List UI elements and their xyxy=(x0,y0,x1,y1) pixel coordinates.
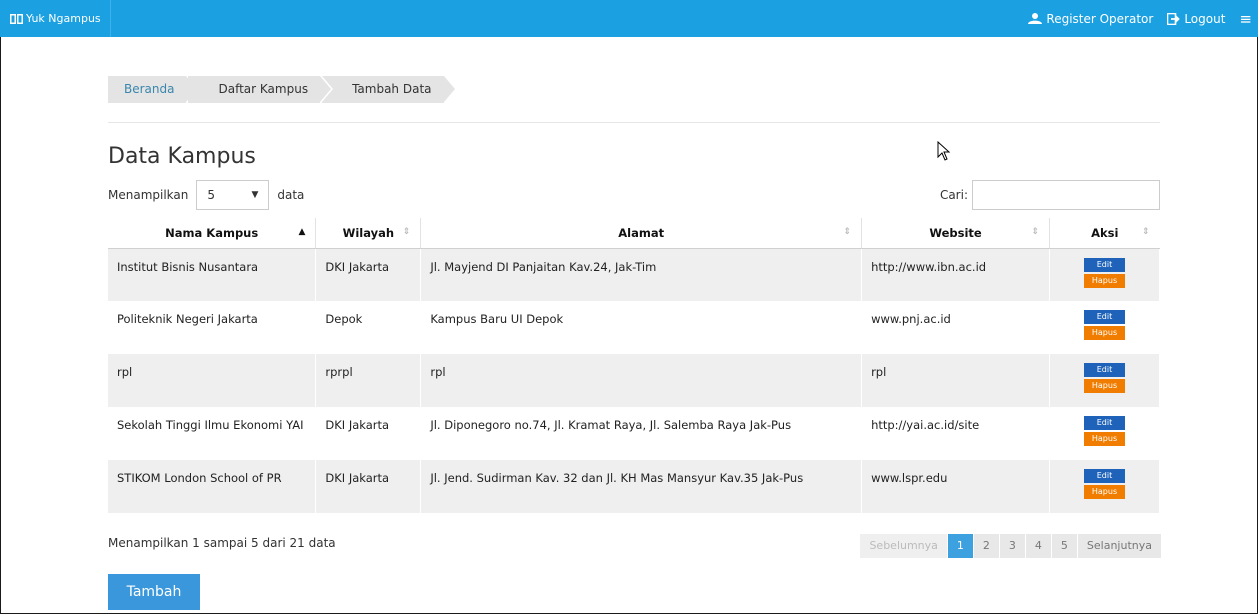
register-operator-link[interactable]: Register Operator xyxy=(1028,12,1153,26)
cell-alamat: Kampus Baru UI Depok xyxy=(420,301,863,354)
column-label: Aksi xyxy=(1091,225,1119,240)
breadcrumb: Beranda Daftar Kampus Tambah Data xyxy=(108,76,458,103)
delete-button[interactable]: Hapus xyxy=(1084,379,1125,393)
pagination-page-5[interactable]: 5 xyxy=(1051,534,1077,558)
length-prefix-label: Menampilkan xyxy=(108,188,189,202)
search-input[interactable] xyxy=(972,180,1160,210)
register-operator-label: Register Operator xyxy=(1046,11,1154,26)
breadcrumb-daftar-kampus[interactable]: Daftar Kampus xyxy=(188,76,333,103)
cell-wilayah: DKI Jakarta xyxy=(315,248,422,301)
edit-button[interactable]: Edit xyxy=(1084,310,1125,324)
column-header-wilayah[interactable]: Wilayah ⇕ xyxy=(315,218,422,249)
navbar-right: Register Operator Logout ≡ xyxy=(1014,0,1252,37)
delete-button[interactable]: Hapus xyxy=(1084,432,1125,446)
column-label: Nama Kampus xyxy=(165,225,259,240)
top-navbar: Yuk Ngampus Register Operator Logout ≡ xyxy=(0,0,1258,37)
edit-button[interactable]: Edit xyxy=(1084,416,1125,430)
column-header-aksi[interactable]: Aksi ⇕ xyxy=(1049,218,1160,249)
cell-nama-kampus: Sekolah Tinggi Ilmu Ekonomi YAI xyxy=(108,407,317,460)
table-info: Menampilkan 1 sampai 5 dari 21 data xyxy=(108,536,336,550)
cell-nama-kampus: Institut Bisnis Nusantara xyxy=(108,248,317,301)
cell-website: www.pnj.ac.id xyxy=(861,301,1051,354)
column-label: Alamat xyxy=(618,225,665,240)
cell-wilayah: DKI Jakarta xyxy=(315,460,422,513)
kampus-table: Nama Kampus ▲ Wilayah ⇕ Alamat ⇕ Website ⇕ A… xyxy=(108,218,1160,513)
table-row: STIKOM London School of PR DKI Jakarta J… xyxy=(108,460,1160,513)
edit-button[interactable]: Edit xyxy=(1084,257,1125,272)
cell-alamat: Jl. Diponegoro no.74, Jl. Kramat Raya, J… xyxy=(420,407,863,460)
logout-link[interactable]: Logout xyxy=(1167,12,1225,26)
pagination-page-2[interactable]: 2 xyxy=(973,534,999,558)
column-label: Wilayah xyxy=(342,225,395,240)
sort-ascending-icon: ▲ xyxy=(298,227,306,237)
cell-alamat: Jl. Jend. Sudirman Kav. 32 dan Jl. KH Ma… xyxy=(420,460,863,513)
cell-wilayah: Depok xyxy=(315,301,422,354)
breadcrumb-tambah-data[interactable]: Tambah Data xyxy=(322,76,458,103)
table-header-row: Nama Kampus ▲ Wilayah ⇕ Alamat ⇕ Website ⇕ A… xyxy=(108,218,1160,249)
pagination-next[interactable]: Selanjutnya xyxy=(1077,534,1161,558)
cell-aksi: Edit Hapus xyxy=(1049,354,1160,407)
pagination: Sebelumnya 1 2 3 4 5 Selanjutnya xyxy=(859,534,1161,558)
sort-icon: ⇕ xyxy=(1141,227,1150,237)
column-header-alamat[interactable]: Alamat ⇕ xyxy=(420,218,863,249)
cell-aksi: Edit Hapus xyxy=(1049,407,1160,460)
table-row: Politeknik Negeri Jakarta Depok Kampus B… xyxy=(108,301,1160,354)
brand-label: Yuk Ngampus xyxy=(26,12,101,25)
book-icon xyxy=(10,13,23,24)
cell-aksi: Edit Hapus xyxy=(1049,301,1160,354)
length-suffix-label: data xyxy=(277,188,305,202)
column-header-nama-kampus[interactable]: Nama Kampus ▲ xyxy=(108,218,317,249)
sort-icon: ⇕ xyxy=(402,227,411,237)
search-label: Cari: xyxy=(939,188,968,202)
cell-nama-kampus: rpl xyxy=(108,354,317,407)
table-row: rpl rprpl rpl rpl Edit Hapus xyxy=(108,354,1160,407)
edit-button[interactable]: Edit xyxy=(1084,363,1125,377)
column-label: Website xyxy=(929,225,982,240)
delete-button[interactable]: Hapus xyxy=(1084,485,1125,499)
cell-wilayah: DKI Jakarta xyxy=(315,407,422,460)
cell-alamat: rpl xyxy=(420,354,863,407)
table-row: Institut Bisnis Nusantara DKI Jakarta Jl… xyxy=(108,248,1160,301)
table-row: Sekolah Tinggi Ilmu Ekonomi YAI DKI Jaka… xyxy=(108,407,1160,460)
pagination-page-4[interactable]: 4 xyxy=(1025,534,1051,558)
page-length-select[interactable]: 5 ▼ xyxy=(196,180,270,210)
edit-button[interactable]: Edit xyxy=(1084,469,1125,483)
cell-website: www.lspr.edu xyxy=(861,460,1051,513)
brand-link[interactable]: Yuk Ngampus xyxy=(10,0,111,37)
column-header-website[interactable]: Website ⇕ xyxy=(861,218,1051,249)
cell-aksi: Edit Hapus xyxy=(1049,248,1160,301)
cell-website: http://www.ibn.ac.id xyxy=(861,248,1051,301)
breadcrumb-beranda[interactable]: Beranda xyxy=(108,76,199,103)
page-length-value: 5 xyxy=(207,188,216,202)
pagination-page-1[interactable]: 1 xyxy=(947,534,973,558)
cell-alamat: Jl. Mayjend DI Panjaitan Kav.24, Jak-Tim xyxy=(420,248,863,301)
cell-wilayah: rprpl xyxy=(315,354,422,407)
hamburger-menu-icon[interactable]: ≡ xyxy=(1239,10,1252,28)
page-length-control: Menampilkan 5 ▼ data xyxy=(108,180,304,210)
logout-label: Logout xyxy=(1184,11,1226,26)
divider xyxy=(108,122,1160,123)
page-title: Data Kampus xyxy=(108,144,256,169)
search-control: Cari: xyxy=(940,180,1160,210)
add-button[interactable]: Tambah xyxy=(108,574,200,610)
cell-aksi: Edit Hapus xyxy=(1049,460,1160,513)
sort-icon: ⇕ xyxy=(843,227,852,237)
mouse-cursor-icon xyxy=(937,141,951,161)
pagination-previous[interactable]: Sebelumnya xyxy=(860,534,947,558)
dropdown-arrow-icon: ▼ xyxy=(251,190,259,200)
cell-website: rpl xyxy=(861,354,1051,407)
user-icon xyxy=(1028,13,1043,24)
cell-website: http://yai.ac.id/site xyxy=(861,407,1051,460)
cell-nama-kampus: Politeknik Negeri Jakarta xyxy=(108,301,317,354)
delete-button[interactable]: Hapus xyxy=(1084,273,1125,288)
pagination-page-3[interactable]: 3 xyxy=(999,534,1025,558)
sort-icon: ⇕ xyxy=(1031,227,1040,237)
delete-button[interactable]: Hapus xyxy=(1084,326,1125,340)
cell-nama-kampus: STIKOM London School of PR xyxy=(108,460,317,513)
logout-icon xyxy=(1167,12,1181,25)
